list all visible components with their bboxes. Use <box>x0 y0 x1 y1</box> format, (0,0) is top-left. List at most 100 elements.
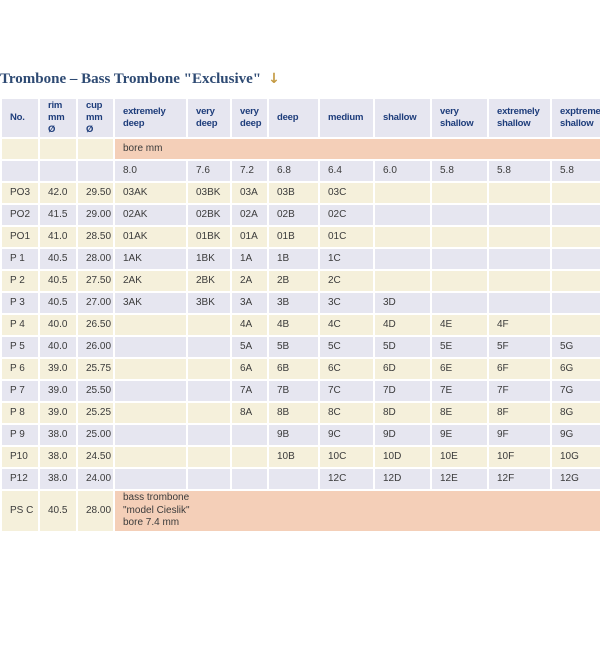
row-label-cell: P 2 <box>1 270 39 292</box>
cup-cell: 25.00 <box>77 424 114 446</box>
model-cell: 03AK <box>114 182 187 204</box>
model-cell: 2B <box>268 270 319 292</box>
model-cell: 5B <box>268 336 319 358</box>
row-label-cell: P 6 <box>1 358 39 380</box>
col-header-11: exptremely shallow <box>551 98 600 138</box>
model-cell <box>231 446 268 468</box>
model-cell <box>431 182 488 204</box>
model-cell: 6E <box>431 358 488 380</box>
page-title: Trombone – Bass Trombone "Exclusive" ↓ <box>0 71 600 88</box>
model-cell <box>187 402 231 424</box>
empty-cell <box>39 138 77 160</box>
row-label-cell: PS C <box>1 490 39 532</box>
page-title-text: Trombone – Bass Trombone "Exclusive" <box>0 71 261 87</box>
rim-cell: 38.0 <box>39 446 77 468</box>
model-cell: 10E <box>431 446 488 468</box>
row-label-cell: P 8 <box>1 402 39 424</box>
note-cell: bass trombone "model Cieslik" bore 7.4 m… <box>114 490 600 532</box>
cup-cell: 28.50 <box>77 226 114 248</box>
bore-value-cell: 6.4 <box>319 160 374 182</box>
model-cell <box>488 182 551 204</box>
model-cell <box>114 314 187 336</box>
model-cell <box>187 336 231 358</box>
bore-label-row: bore mm <box>1 138 600 160</box>
model-cell: 12G <box>551 468 600 490</box>
mouthpiece-table: No.rim mm Øcup mm Øextremely deepvery de… <box>0 97 600 533</box>
rim-cell: 40.5 <box>39 270 77 292</box>
model-cell: 03BK <box>187 182 231 204</box>
empty-cell <box>1 138 39 160</box>
model-cell: 3B <box>268 292 319 314</box>
col-header-3: extremely deep <box>114 98 187 138</box>
model-cell: 02AK <box>114 204 187 226</box>
model-cell <box>551 248 600 270</box>
row-label-cell: P 9 <box>1 424 39 446</box>
model-cell <box>114 446 187 468</box>
model-cell <box>431 248 488 270</box>
table-row: P 340.527.003AK3BK3A3B3C3D <box>1 292 600 314</box>
empty-cell <box>77 138 114 160</box>
table-row: P 839.025.258A8B8C8D8E8F8G <box>1 402 600 424</box>
model-cell: 2C <box>319 270 374 292</box>
model-cell: 02C <box>319 204 374 226</box>
model-cell: 3AK <box>114 292 187 314</box>
model-cell: 03B <box>268 182 319 204</box>
bore-value-cell: 5.8 <box>431 160 488 182</box>
row-label-cell: P 5 <box>1 336 39 358</box>
model-cell: 4C <box>319 314 374 336</box>
bore-value-cell: 8.0 <box>114 160 187 182</box>
bore-value-cell: 7.6 <box>187 160 231 182</box>
model-cell: 12C <box>319 468 374 490</box>
model-cell <box>431 226 488 248</box>
model-cell: 9G <box>551 424 600 446</box>
model-cell: 9B <box>268 424 319 446</box>
model-cell: 4D <box>374 314 431 336</box>
row-label-cell: P12 <box>1 468 39 490</box>
model-cell: 02A <box>231 204 268 226</box>
model-cell: 1C <box>319 248 374 270</box>
cup-cell: 28.00 <box>77 248 114 270</box>
table-row: P 938.025.009B9C9D9E9F9G <box>1 424 600 446</box>
table-row: P 639.025.756A6B6C6D6E6F6G <box>1 358 600 380</box>
model-cell: 3C <box>319 292 374 314</box>
model-cell: 3D <box>374 292 431 314</box>
model-cell <box>551 204 600 226</box>
row-label-cell: P10 <box>1 446 39 468</box>
col-header-5: very deep <box>231 98 268 138</box>
cup-cell: 24.50 <box>77 446 114 468</box>
model-cell <box>187 446 231 468</box>
model-cell: 1AK <box>114 248 187 270</box>
model-cell: 6G <box>551 358 600 380</box>
cup-cell: 27.00 <box>77 292 114 314</box>
model-cell <box>488 204 551 226</box>
row-label-cell: P 1 <box>1 248 39 270</box>
rim-cell: 39.0 <box>39 358 77 380</box>
model-cell: 03A <box>231 182 268 204</box>
model-cell <box>114 336 187 358</box>
empty-cell <box>77 160 114 182</box>
model-cell: 9D <box>374 424 431 446</box>
cup-cell: 25.25 <box>77 402 114 424</box>
col-header-0: No. <box>1 98 39 138</box>
model-cell: 10D <box>374 446 431 468</box>
model-cell: 8C <box>319 402 374 424</box>
model-cell: 6D <box>374 358 431 380</box>
table-row: P 739.025.507A7B7C7D7E7F7G <box>1 380 600 402</box>
table-row: PO141.028.5001AK01BK01A01B01C <box>1 226 600 248</box>
model-cell <box>374 182 431 204</box>
cup-cell: 26.00 <box>77 336 114 358</box>
model-cell: 5E <box>431 336 488 358</box>
model-cell: 3BK <box>187 292 231 314</box>
cup-cell: 24.00 <box>77 468 114 490</box>
rim-cell: 41.0 <box>39 226 77 248</box>
model-cell <box>488 292 551 314</box>
model-cell <box>187 424 231 446</box>
model-cell: 7B <box>268 380 319 402</box>
rim-cell: 38.0 <box>39 468 77 490</box>
model-cell: 2A <box>231 270 268 292</box>
rim-cell: 39.0 <box>39 402 77 424</box>
model-cell: 12E <box>431 468 488 490</box>
model-cell: 10G <box>551 446 600 468</box>
jump-down-arrow-icon[interactable]: ↓ <box>268 71 280 87</box>
col-header-1: rim mm Ø <box>39 98 77 138</box>
